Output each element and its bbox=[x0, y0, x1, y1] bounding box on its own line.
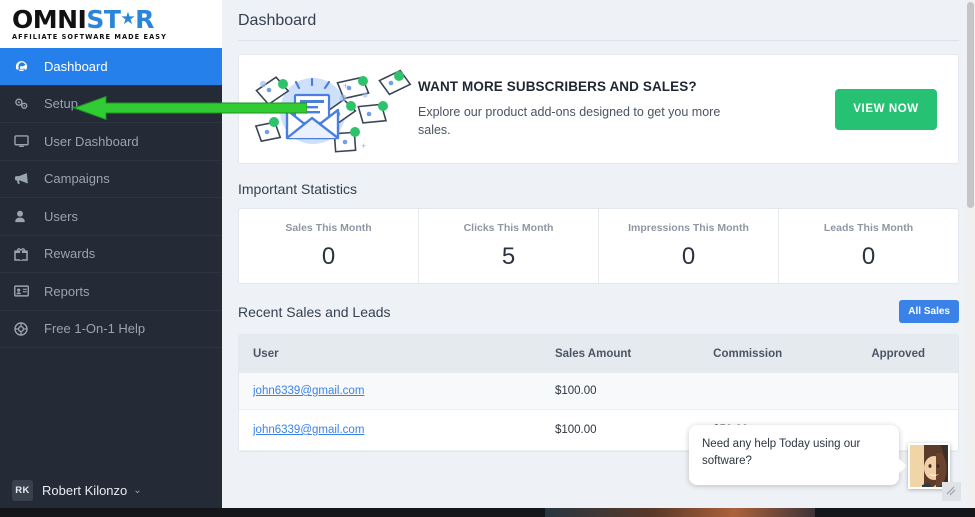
app-root: OMNIST★R AFFILIATE SOFTWARE MADE EASY Da… bbox=[0, 0, 975, 517]
sidebar-item-user-dashboard[interactable]: User Dashboard bbox=[0, 123, 222, 161]
svg-text:+: + bbox=[343, 81, 348, 91]
svg-text:+: + bbox=[361, 141, 366, 151]
chat-minimize-tab[interactable] bbox=[942, 482, 961, 501]
stat-value: 0 bbox=[681, 242, 696, 270]
logo-st-text: ST bbox=[86, 5, 121, 34]
brand-logo[interactable]: OMNIST★R AFFILIATE SOFTWARE MADE EASY bbox=[0, 0, 222, 48]
sidebar-user-name: Robert Kilonzo bbox=[42, 482, 128, 498]
logo-wordmark: OMNIST★R bbox=[12, 7, 222, 32]
stat-value: 5 bbox=[501, 242, 516, 270]
sidebar-item-dashboard[interactable]: Dashboard bbox=[0, 48, 222, 86]
column-header-commission[interactable]: Commission bbox=[699, 335, 858, 373]
user-icon bbox=[14, 208, 34, 224]
cell-commission bbox=[699, 373, 858, 410]
recent-section-header: Recent Sales and Leads All Sales bbox=[222, 284, 975, 334]
sidebar-item-free-help[interactable]: Free 1-On-1 Help bbox=[0, 311, 222, 348]
stat-card-sales: Sales This Month 0 bbox=[239, 209, 419, 283]
all-sales-button[interactable]: All Sales bbox=[899, 300, 959, 323]
monitor-icon bbox=[14, 133, 34, 149]
table-row: john6339@gmail.com $100.00 bbox=[239, 373, 958, 410]
chat-message-bubble[interactable]: Need any help Today using our software? bbox=[689, 425, 907, 485]
sidebar-item-label: Rewards bbox=[44, 246, 96, 262]
sidebar-item-setup[interactable]: Setup bbox=[0, 86, 222, 123]
sidebar-item-label: Campaigns bbox=[44, 171, 110, 187]
sidebar-item-label: User Dashboard bbox=[44, 133, 139, 149]
sidebar-item-label: Reports bbox=[44, 283, 90, 299]
recent-section-title: Recent Sales and Leads bbox=[238, 303, 391, 320]
speedometer-icon bbox=[14, 58, 34, 74]
title-divider bbox=[238, 40, 959, 41]
sidebar-item-label: Free 1-On-1 Help bbox=[44, 321, 146, 337]
page-title: Dashboard bbox=[238, 12, 317, 29]
background-window-sliver bbox=[545, 508, 815, 517]
table-header: User Sales Amount Commission Approved bbox=[239, 335, 958, 373]
id-card-icon bbox=[14, 283, 34, 299]
banner-text-block: WANT MORE SUBSCRIBERS AND SALES? Explore… bbox=[414, 79, 835, 139]
logo-tagline: AFFILIATE SOFTWARE MADE EASY bbox=[12, 33, 167, 41]
envelope-illustration-icon: + + bbox=[239, 55, 414, 163]
vertical-scrollbar-thumb[interactable] bbox=[967, 2, 974, 208]
statistics-cards: Sales This Month 0 Clicks This Month 5 I… bbox=[238, 208, 959, 284]
sidebar-item-label: Setup bbox=[44, 96, 78, 112]
table-header-row: User Sales Amount Commission Approved bbox=[239, 335, 958, 373]
sidebar-item-reports[interactable]: Reports bbox=[0, 273, 222, 311]
sidebar-item-users[interactable]: Users bbox=[0, 198, 222, 236]
lifebuoy-icon bbox=[14, 321, 34, 337]
cell-approved bbox=[857, 373, 958, 410]
stat-value: 0 bbox=[321, 242, 336, 270]
chat-message-text: Need any help Today using our software? bbox=[702, 438, 861, 467]
column-header-amount[interactable]: Sales Amount bbox=[540, 335, 700, 373]
cell-user: john6339@gmail.com bbox=[239, 409, 541, 451]
logo-r-text: R bbox=[135, 5, 154, 34]
star-icon: ★ bbox=[120, 9, 136, 29]
banner-subtext: Explore our product add-ons designed to … bbox=[418, 104, 721, 137]
stat-label: Leads This Month bbox=[823, 221, 914, 234]
cell-amount: $100.00 bbox=[540, 373, 700, 410]
banner-headline: WANT MORE SUBSCRIBERS AND SALES? bbox=[418, 78, 697, 94]
sidebar-item-rewards[interactable]: Rewards bbox=[0, 236, 222, 273]
cell-user: john6339@gmail.com bbox=[239, 373, 541, 410]
sidebar-item-campaigns[interactable]: Campaigns bbox=[0, 161, 222, 198]
stat-label: Impressions This Month bbox=[628, 221, 749, 234]
cell-amount: $100.00 bbox=[540, 409, 700, 451]
statistics-section-title: Important Statistics bbox=[238, 181, 358, 197]
sidebar: OMNIST★R AFFILIATE SOFTWARE MADE EASY Da… bbox=[0, 0, 222, 517]
column-header-approved[interactable]: Approved bbox=[857, 335, 958, 373]
promo-banner: + + WANT MORE SUBSCRIBERS AND SALES? Exp… bbox=[238, 54, 959, 164]
gift-icon bbox=[14, 246, 34, 262]
view-now-button[interactable]: VIEW NOW bbox=[835, 88, 937, 130]
megaphone-icon bbox=[14, 171, 34, 187]
gears-icon bbox=[14, 96, 34, 112]
sidebar-user-menu[interactable]: RK Robert Kilonzo ⌄ bbox=[0, 471, 222, 509]
logo-omni-text: OMNI bbox=[12, 5, 87, 34]
user-email-link[interactable]: john6339@gmail.com bbox=[253, 424, 364, 436]
stat-card-leads: Leads This Month 0 bbox=[779, 209, 958, 283]
stat-card-impressions: Impressions This Month 0 bbox=[599, 209, 779, 283]
chevron-down-icon[interactable]: ⌄ bbox=[133, 485, 141, 496]
sidebar-item-label: Dashboard bbox=[44, 58, 108, 74]
user-email-link[interactable]: john6339@gmail.com bbox=[253, 385, 364, 397]
column-header-user[interactable]: User bbox=[239, 335, 541, 373]
stat-label: Clicks This Month bbox=[463, 221, 554, 234]
sidebar-item-label: Users bbox=[44, 208, 78, 224]
stat-label: Sales This Month bbox=[285, 221, 372, 234]
os-bottom-strip bbox=[0, 508, 975, 517]
avatar: RK bbox=[12, 479, 33, 501]
stat-card-clicks: Clicks This Month 5 bbox=[419, 209, 599, 283]
stat-value: 0 bbox=[861, 242, 876, 270]
